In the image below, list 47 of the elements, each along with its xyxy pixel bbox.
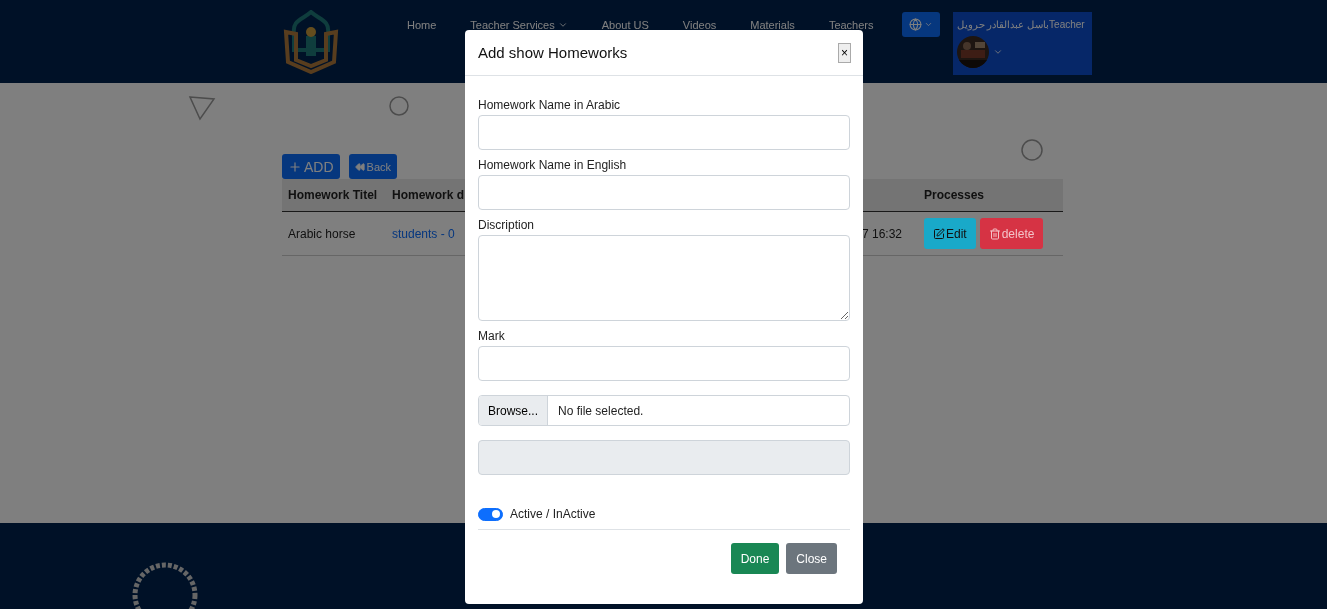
caret-icon: [992, 47, 1003, 57]
triangle-icon: [188, 95, 216, 121]
edit-icon: [933, 227, 945, 240]
circle-icon: [1020, 138, 1044, 162]
field-label: Homework Name in Arabic: [478, 98, 622, 112]
nav-link[interactable]: Materials: [750, 19, 795, 31]
caret-icon: [923, 20, 933, 29]
add-button[interactable]: ADD: [282, 154, 340, 179]
nav-link[interactable]: Home: [407, 19, 437, 31]
close-button[interactable]: ×: [838, 42, 851, 63]
language-button[interactable]: [901, 12, 940, 37]
column-header: Processes: [923, 188, 986, 202]
caret-icon: [557, 20, 568, 30]
back-button[interactable]: Back: [348, 154, 398, 179]
text-field[interactable]: [478, 346, 850, 381]
nav-link[interactable]: Videos: [682, 19, 717, 31]
table-cell-text: Arabic horse: [287, 226, 357, 241]
done-button[interactable]: Done: [730, 543, 780, 574]
delete-button[interactable]: delete: [979, 218, 1044, 249]
switch-label: Active / InActive: [510, 507, 596, 521]
field-label: Discription: [478, 218, 535, 232]
globe-icon: [908, 18, 922, 31]
rewind-icon: [354, 161, 365, 172]
nav-link[interactable]: Teacher Services: [470, 19, 568, 31]
circle-icon: [388, 95, 410, 117]
browse-button[interactable]: Browse...: [479, 396, 548, 425]
field-label: Homework Name in English: [478, 158, 628, 172]
trash-icon: [988, 227, 1001, 240]
close-button[interactable]: Close: [786, 543, 837, 574]
column-header: Homework Titel: [287, 188, 379, 202]
text-field[interactable]: [478, 115, 850, 150]
textarea-field[interactable]: [478, 235, 850, 321]
user-menu[interactable]: باسل عبدالقادر حرويلTeacher: [952, 12, 1092, 75]
edit-button[interactable]: Edit: [924, 218, 976, 249]
field-label: Mark: [478, 329, 506, 343]
column-header: Homework d: [391, 188, 465, 202]
modal-title: Add show Homeworks: [478, 44, 628, 61]
toggle-switch[interactable]: [478, 507, 503, 521]
nav-link[interactable]: About US: [601, 19, 649, 31]
user-name: باسل عبدالقادر حرويلTeacher: [956, 18, 1085, 32]
table-cell-text: 7 16:32: [861, 226, 904, 241]
file-input[interactable]: Browse... No file selected.: [478, 395, 850, 426]
plus-icon: [288, 159, 302, 174]
text-field[interactable]: [478, 175, 850, 210]
logo-icon: [282, 10, 340, 74]
nav-link[interactable]: Teachers: [828, 19, 874, 31]
file-status: No file selected.: [557, 403, 644, 418]
